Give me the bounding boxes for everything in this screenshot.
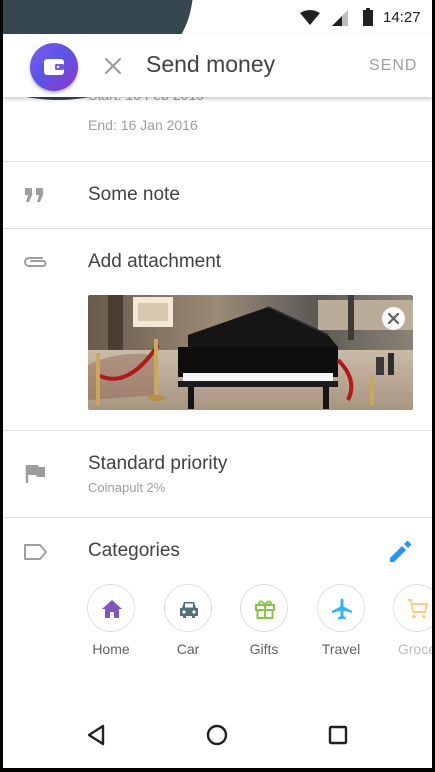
back-triangle-icon[interactable] [86,724,106,746]
divider [3,430,432,431]
app-bar: Send money SEND [3,34,432,97]
app-logo[interactable] [30,43,78,91]
close-circle-icon [387,312,400,325]
category-home-circle[interactable] [87,584,135,632]
category-car-circle[interactable] [164,584,212,632]
close-icon [104,57,122,75]
end-date[interactable]: End: 16 Jan 2016 [88,117,198,133]
divider [3,517,432,518]
piano-photo [88,295,413,410]
attachment-image[interactable] [88,295,413,410]
category-gifts-circle[interactable] [240,584,288,632]
home-icon [102,600,122,618]
category-label: Car [176,641,200,657]
phone-frame: 14:27 Start: 16 Feb 2015 End: 16 Jan 201… [0,0,435,772]
category-label: Gifts [249,641,279,657]
system-nav-bar [3,698,432,768]
page-title: Send money [146,51,276,77]
categories-label: Categories [88,540,180,561]
category-groceries-circle[interactable] [393,584,432,632]
gift-icon [255,600,275,619]
flag-icon [25,465,45,483]
home-circle-icon[interactable] [206,724,228,746]
battery-icon [363,8,373,26]
signal-icon [332,10,348,26]
recents-square-icon[interactable] [328,725,348,745]
close-button[interactable] [99,52,127,80]
quote-icon [25,188,43,202]
status-bar: 14:27 [3,0,432,34]
note-field[interactable]: Some note [88,184,180,206]
car-icon [180,602,198,618]
screen: 14:27 Start: 16 Feb 2015 End: 16 Jan 201… [3,0,432,768]
category-label: Home [92,641,130,657]
category-label: Groce [397,641,432,657]
priority-field[interactable]: Standard priority [88,453,227,475]
category-gifts[interactable]: Gifts [234,584,294,657]
category-label: Travel [321,641,361,657]
divider [3,228,432,229]
pencil-icon [390,541,411,562]
category-groceries[interactable]: Groce [387,584,432,657]
cart-icon [408,599,429,619]
remove-attachment-button[interactable] [382,307,405,330]
send-button[interactable]: SEND [369,57,417,75]
category-travel[interactable]: Travel [311,584,371,657]
status-time: 14:27 [383,9,421,26]
edit-categories-button[interactable] [387,539,413,565]
category-car[interactable]: Car [158,584,218,657]
wallet-icon [44,59,64,75]
paperclip-icon [24,257,47,267]
wifi-icon [300,10,320,25]
category-travel-circle[interactable] [317,584,365,632]
airplane-icon [332,598,352,620]
priority-provider: Coinapult 2% [88,480,166,495]
form-content[interactable]: Start: 16 Feb 2015 End: 16 Jan 2016 Some… [3,34,432,698]
label-tag-icon [24,544,47,560]
add-attachment-button[interactable]: Add attachment [88,251,221,273]
divider [3,161,432,162]
category-home[interactable]: Home [81,584,141,657]
